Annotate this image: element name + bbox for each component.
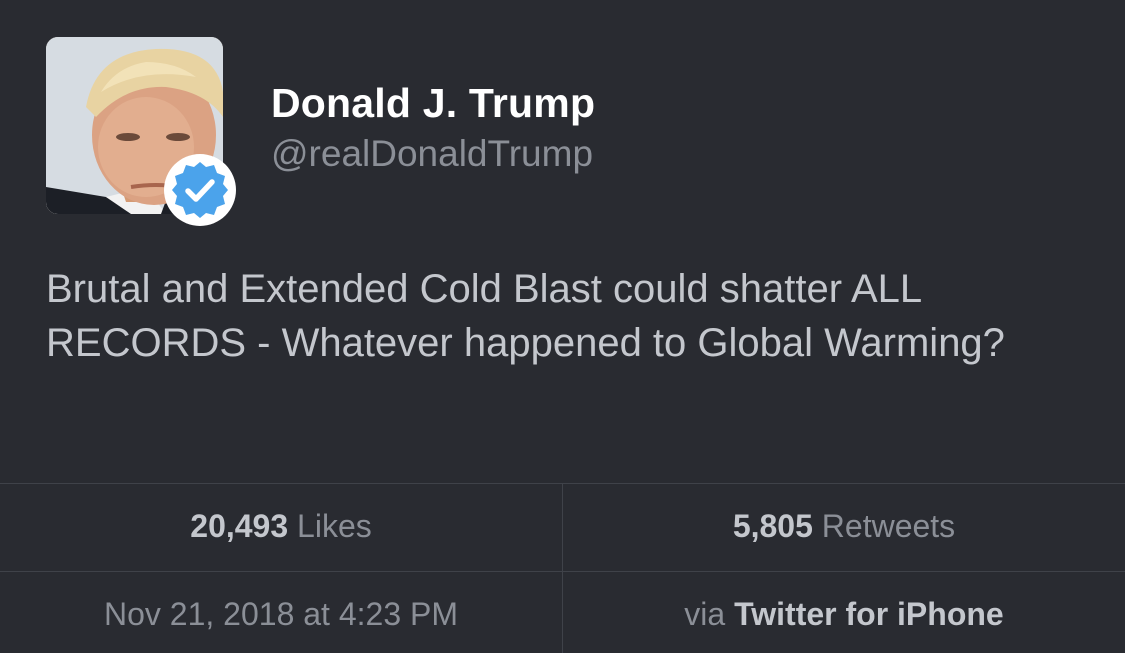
likes-label: Likes — [288, 508, 372, 544]
author-handle[interactable]: @realDonaldTrump — [271, 133, 593, 175]
tweet-timestamp: Nov 21, 2018 at 4:23 PM — [0, 596, 562, 633]
likes-stat[interactable]: 20,493 Likes — [0, 508, 562, 545]
tweet-detail: Donald J. Trump @realDonaldTrump Brutal … — [0, 0, 1125, 653]
likes-count: 20,493 — [190, 508, 289, 544]
author-name[interactable]: Donald J. Trump — [271, 80, 595, 127]
retweets-label: Retweets — [812, 508, 956, 544]
tweet-source[interactable]: via Twitter for iPhone — [563, 596, 1125, 633]
retweets-count: 5,805 — [732, 508, 813, 544]
verified-badge — [164, 154, 236, 226]
retweets-stat[interactable]: 5,805 Retweets — [563, 508, 1125, 545]
tweet-text: Brutal and Extended Cold Blast could sha… — [46, 267, 1005, 365]
verified-check-icon — [172, 162, 228, 218]
via-prefix: via — [684, 596, 735, 632]
source-name: Twitter for iPhone — [734, 596, 1004, 632]
timestamp-text: Nov 21, 2018 at 4:23 PM — [104, 596, 458, 632]
